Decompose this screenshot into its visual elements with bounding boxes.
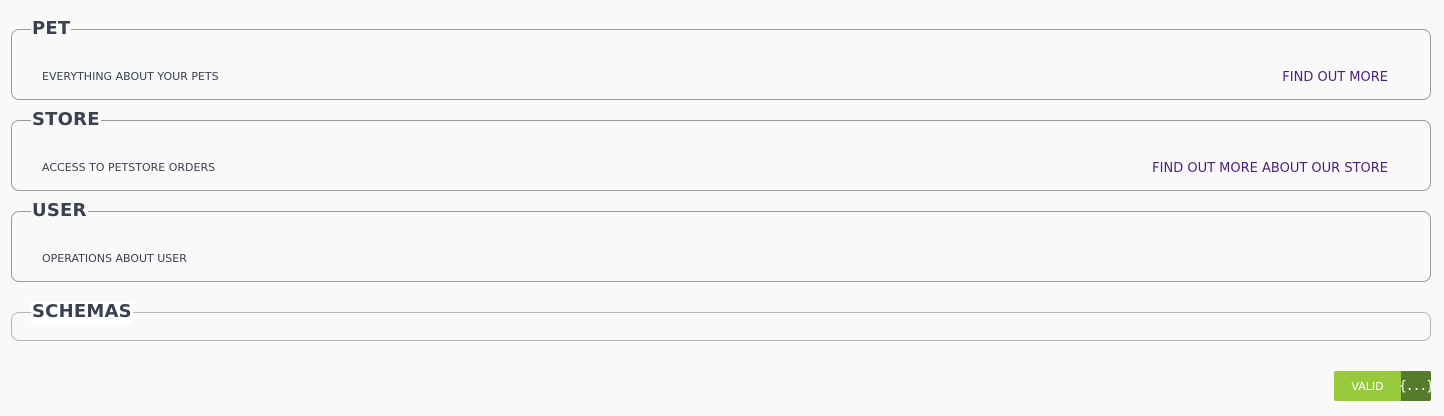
tag-section-store[interactable]: STORE ACCESS TO PETSTORE ORDERS FIND OUT…	[11, 110, 1431, 191]
find-out-more-link-pet[interactable]: FIND OUT MORE	[1282, 70, 1388, 86]
find-out-more-link-store[interactable]: FIND OUT MORE ABOUT OUR STORE	[1152, 161, 1388, 177]
tag-section-pet[interactable]: PET EVERYTHING ABOUT YOUR PETS FIND OUT …	[11, 19, 1431, 100]
tag-description-store: ACCESS TO PETSTORE ORDERS	[42, 161, 216, 174]
json-braces-icon: {...}	[1399, 371, 1431, 401]
schemas-section[interactable]: SCHEMAS	[11, 302, 1431, 341]
validator-badge[interactable]: VALID {...}	[1334, 371, 1431, 401]
tag-title-pet[interactable]: PET	[31, 19, 72, 39]
schemas-title[interactable]: SCHEMAS	[31, 302, 133, 324]
tag-title-store[interactable]: STORE	[31, 110, 101, 130]
tag-description-user: OPERATIONS ABOUT USER	[42, 252, 187, 265]
tag-description-pet: EVERYTHING ABOUT YOUR PETS	[42, 70, 219, 83]
tag-title-user[interactable]: USER	[31, 201, 88, 221]
tag-section-user[interactable]: USER OPERATIONS ABOUT USER	[11, 201, 1431, 282]
validator-status-label: VALID	[1334, 371, 1401, 401]
